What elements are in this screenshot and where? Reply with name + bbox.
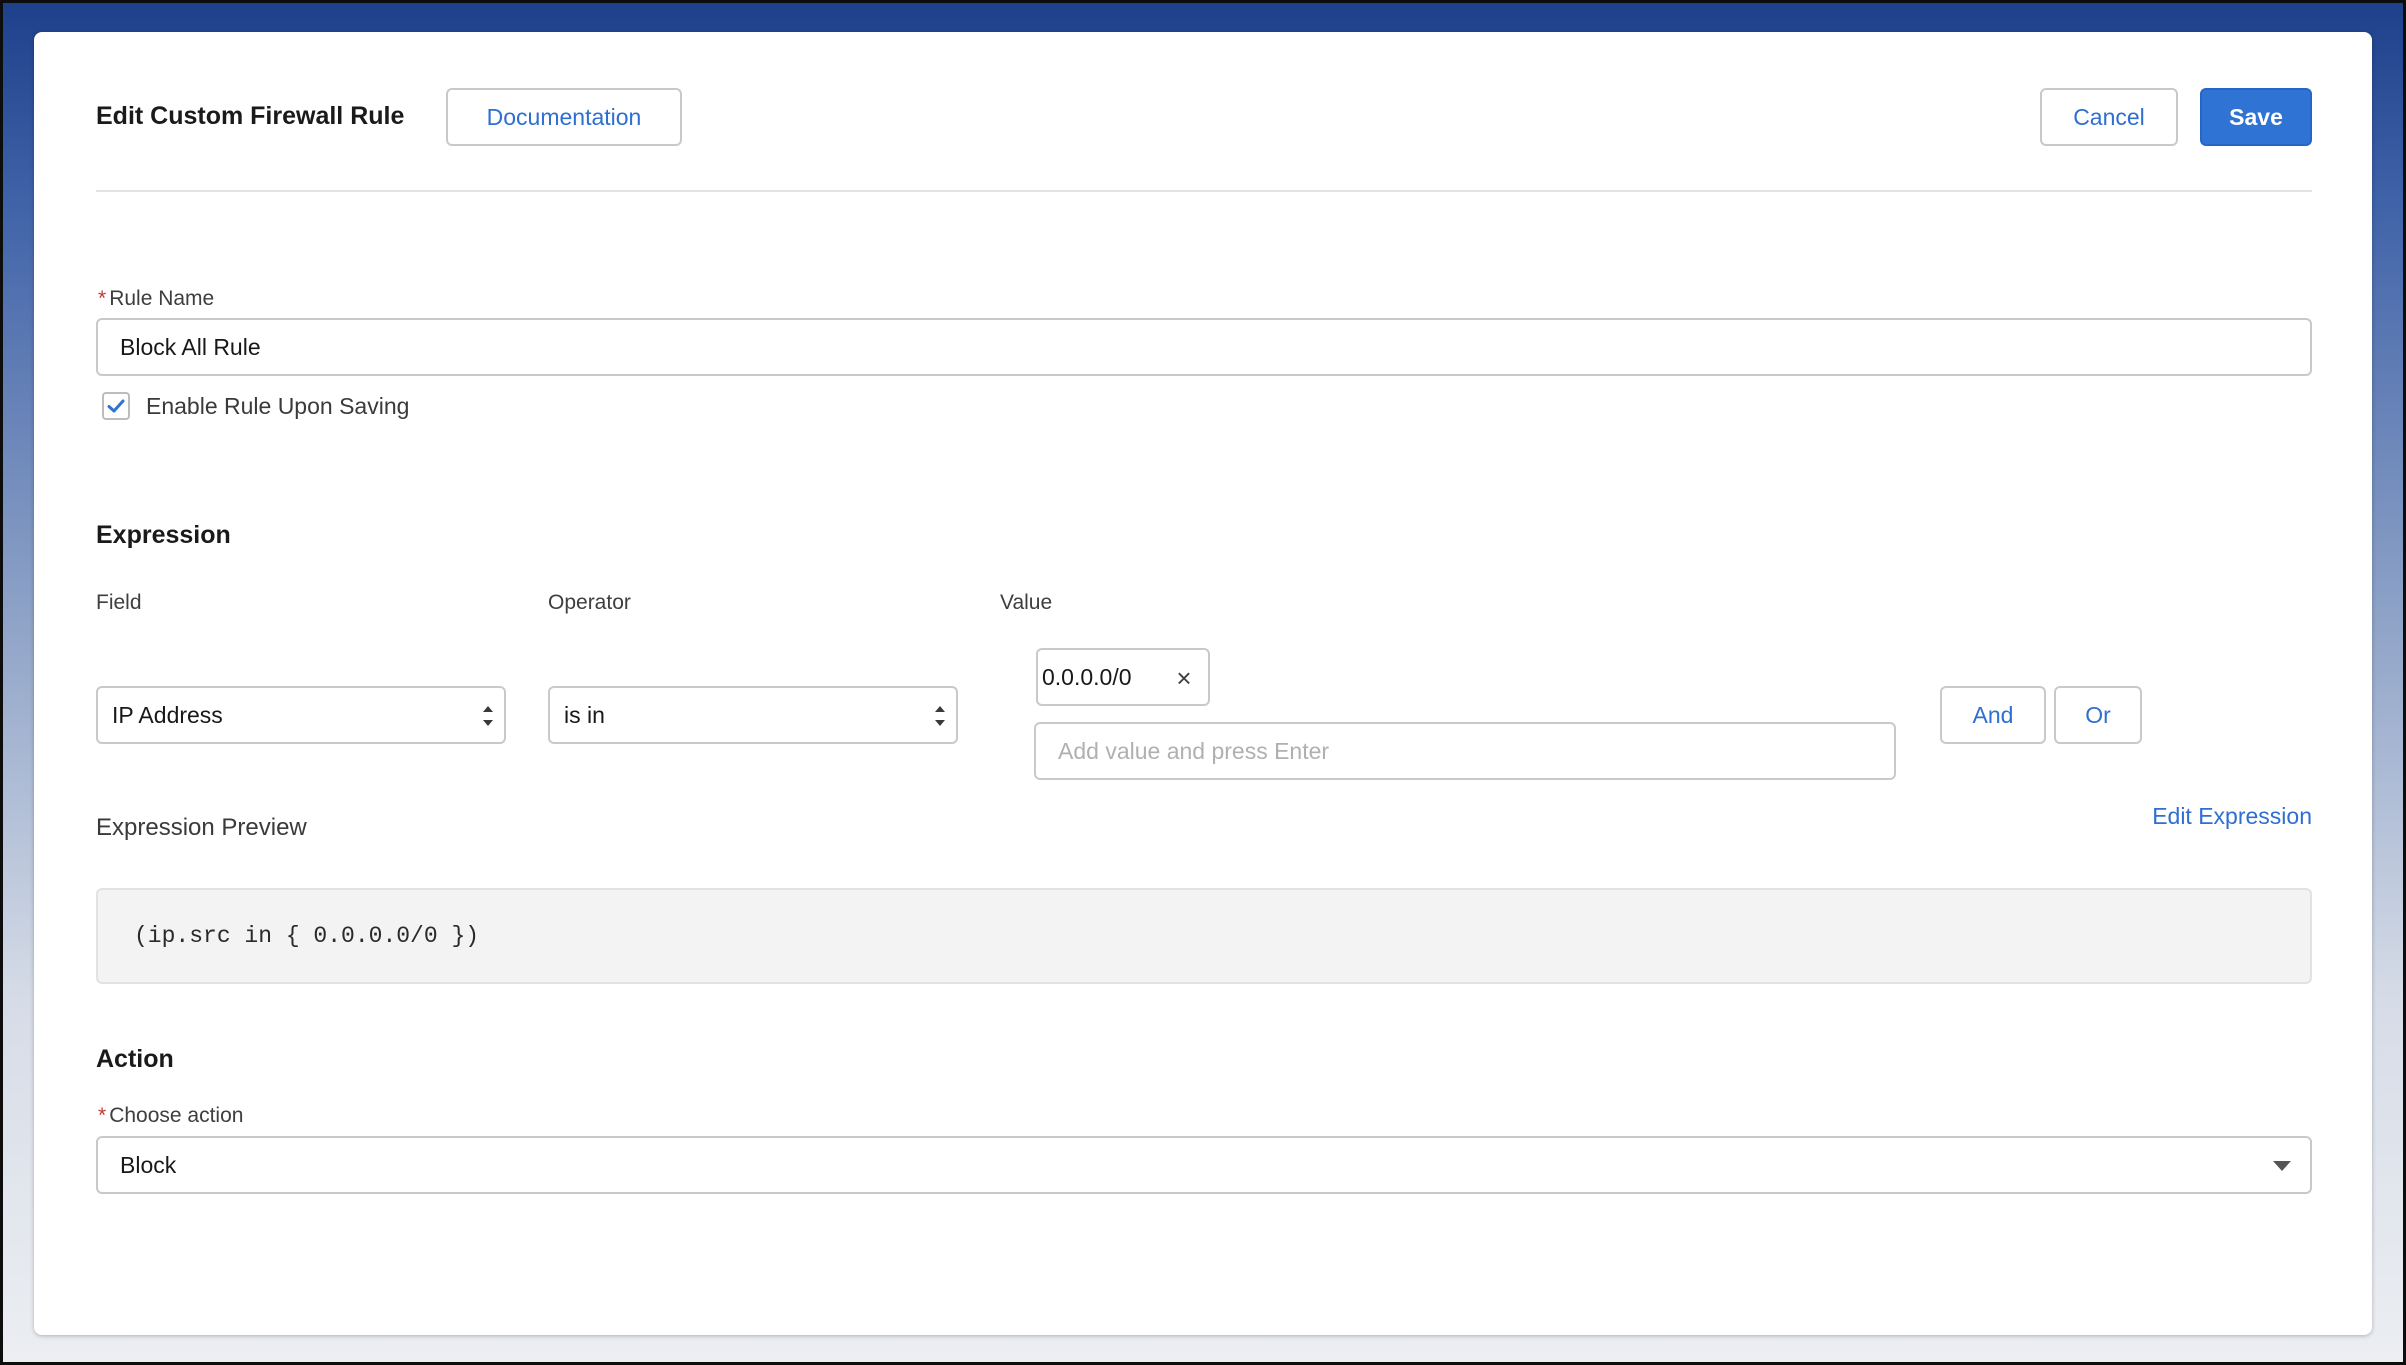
field-label: Field bbox=[96, 591, 142, 614]
required-marker: * bbox=[98, 287, 107, 310]
value-tag-label: 0.0.0.0/0 bbox=[1042, 663, 1132, 690]
save-button[interactable]: Save bbox=[2200, 88, 2312, 146]
operator-label: Operator bbox=[548, 591, 631, 614]
rule-name-label: * Rule Name bbox=[98, 286, 214, 312]
documentation-button[interactable]: Documentation bbox=[446, 88, 682, 146]
checkmark-icon bbox=[107, 399, 125, 413]
operator-select-value: is in bbox=[564, 701, 605, 728]
choose-action-label-text: Choose action bbox=[109, 1104, 244, 1127]
operator-select[interactable]: is in bbox=[548, 686, 958, 744]
chevron-down-icon bbox=[2273, 1161, 2291, 1171]
expression-preview-box: (ip.src in { 0.0.0.0/0 }) bbox=[96, 888, 2312, 984]
select-updown-icon bbox=[483, 706, 493, 726]
header-divider bbox=[96, 190, 2312, 192]
rule-name-input[interactable] bbox=[96, 318, 2312, 376]
choose-action-select[interactable]: Block bbox=[96, 1136, 2312, 1194]
action-heading: Action bbox=[96, 1045, 174, 1073]
value-tag: 0.0.0.0/0 × bbox=[1036, 648, 1210, 706]
rule-name-label-text: Rule Name bbox=[109, 287, 215, 310]
page-title: Edit Custom Firewall Rule bbox=[96, 102, 405, 130]
choose-action-label: * Choose action bbox=[98, 1103, 243, 1129]
add-value-input[interactable] bbox=[1034, 722, 1896, 780]
edit-rule-panel: Edit Custom Firewall Rule Documentation … bbox=[34, 32, 2372, 1335]
choose-action-value: Block bbox=[120, 1151, 177, 1178]
enable-rule-label: Enable Rule Upon Saving bbox=[146, 393, 410, 419]
expression-preview-label: Expression Preview bbox=[96, 814, 307, 841]
expression-preview-code: (ip.src in { 0.0.0.0/0 }) bbox=[134, 923, 480, 949]
remove-tag-icon[interactable]: × bbox=[1172, 663, 1196, 693]
value-label: Value bbox=[1000, 591, 1053, 614]
and-button[interactable]: And bbox=[1940, 686, 2046, 744]
expression-heading: Expression bbox=[96, 521, 231, 549]
or-button[interactable]: Or bbox=[2054, 686, 2142, 744]
field-select-value: IP Address bbox=[112, 701, 223, 728]
select-updown-icon bbox=[935, 706, 945, 726]
field-select[interactable]: IP Address bbox=[96, 686, 506, 744]
edit-expression-link[interactable]: Edit Expression bbox=[2152, 801, 2312, 831]
cancel-button[interactable]: Cancel bbox=[2040, 88, 2178, 146]
required-marker: * bbox=[98, 1104, 107, 1127]
enable-rule-checkbox[interactable] bbox=[102, 392, 130, 420]
